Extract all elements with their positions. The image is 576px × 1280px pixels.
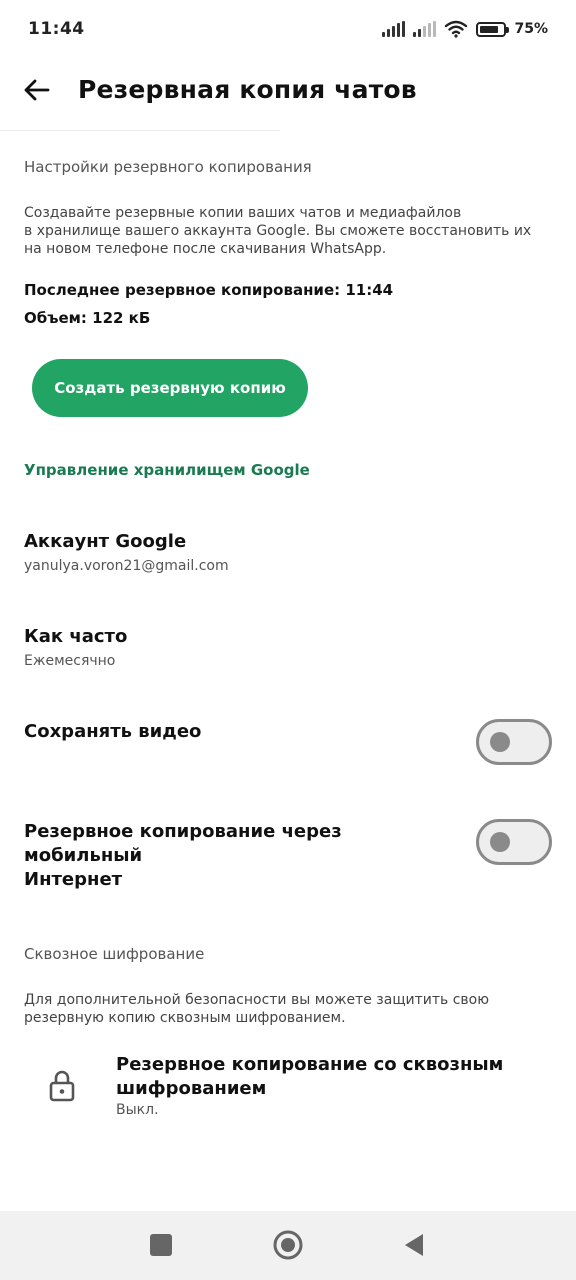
- back-button[interactable]: [20, 74, 52, 106]
- cellular-backup-toggle[interactable]: [476, 819, 552, 865]
- page-title: Резервная копия чатов: [78, 75, 417, 104]
- encryption-description: Для дополнительной безопасности вы может…: [24, 991, 489, 1027]
- frequency-value: Ежемесячно: [24, 653, 116, 669]
- backup-description: Создавайте резервные копии ваших чатов и…: [24, 204, 531, 258]
- encrypted-backup-row[interactable]: Резервное копирование со сквозным шифров…: [0, 1045, 576, 1135]
- cellular-backup-label: Резервное копирование через мобильный Ин…: [24, 820, 454, 892]
- back-nav-button[interactable]: [402, 1232, 426, 1258]
- google-account-title: Аккаунт Google: [24, 531, 187, 552]
- status-time: 11:44: [28, 19, 85, 39]
- status-bar: 11:44 75%: [0, 0, 576, 58]
- signal-2-icon: [413, 21, 437, 37]
- system-nav-bar: [0, 1211, 576, 1280]
- backup-size-text: Объем: 122 кБ: [24, 309, 151, 327]
- cellular-backup-label-line: Резервное копирование через мобильный: [24, 821, 342, 866]
- encrypted-backup-title-line: Резервное копирование со сквозным: [116, 1054, 504, 1075]
- google-account-row[interactable]: Аккаунт Google yanulya.voron21@gmail.com: [24, 530, 544, 574]
- screen: 11:44 75% Резервная копия чатов Настройк…: [0, 0, 576, 1280]
- battery-fill: [480, 25, 499, 33]
- backup-settings-header: Настройки резервного копирования: [24, 158, 312, 176]
- toggle-knob: [490, 832, 510, 852]
- include-video-toggle[interactable]: [476, 719, 552, 765]
- encryption-description-line: Для дополнительной безопасности вы может…: [24, 992, 490, 1008]
- manage-google-storage-link[interactable]: Управление хранилищем Google: [24, 461, 310, 479]
- arrow-left-icon: [24, 79, 50, 101]
- signal-icon: [382, 21, 406, 37]
- encrypted-backup-title: Резервное копирование со сквозным шифров…: [116, 1053, 536, 1101]
- backup-description-line: Создавайте резервные копии ваших чатов и…: [24, 205, 462, 221]
- include-video-label: Сохранять видео: [24, 721, 202, 742]
- header-divider: [0, 130, 280, 131]
- recents-button[interactable]: [150, 1234, 172, 1256]
- battery-icon: [476, 21, 510, 37]
- battery-percent: 75%: [514, 21, 548, 37]
- cellular-backup-label-line: Интернет: [24, 869, 123, 890]
- status-icons: 75%: [382, 20, 548, 38]
- toggle-knob: [490, 732, 510, 752]
- frequency-row[interactable]: Как часто Ежемесячно: [24, 625, 544, 669]
- home-button[interactable]: [272, 1229, 304, 1261]
- backup-description-line: на новом телефоне после скачивания Whats…: [24, 241, 387, 257]
- backup-description-line: в хранилище вашего аккаунта Google. Вы с…: [24, 223, 532, 239]
- app-bar: Резервная копия чатов: [0, 62, 576, 122]
- frequency-title: Как часто: [24, 626, 128, 647]
- create-backup-button[interactable]: Создать резервную копию: [32, 359, 308, 417]
- encryption-description-line: резервную копию сквозным шифрованием.: [24, 1010, 346, 1026]
- lock-icon: [49, 1070, 75, 1102]
- home-circle-icon: [273, 1230, 303, 1260]
- google-account-email: yanulya.voron21@gmail.com: [24, 558, 229, 574]
- encrypted-backup-title-line: шифрованием: [116, 1078, 267, 1099]
- last-backup-text: Последнее резервное копирование: 11:44: [24, 281, 394, 299]
- wifi-icon: [445, 20, 468, 38]
- triangle-back-icon: [405, 1234, 423, 1256]
- encrypted-backup-status: Выкл.: [116, 1102, 159, 1118]
- encryption-header: Сквозное шифрование: [24, 945, 205, 963]
